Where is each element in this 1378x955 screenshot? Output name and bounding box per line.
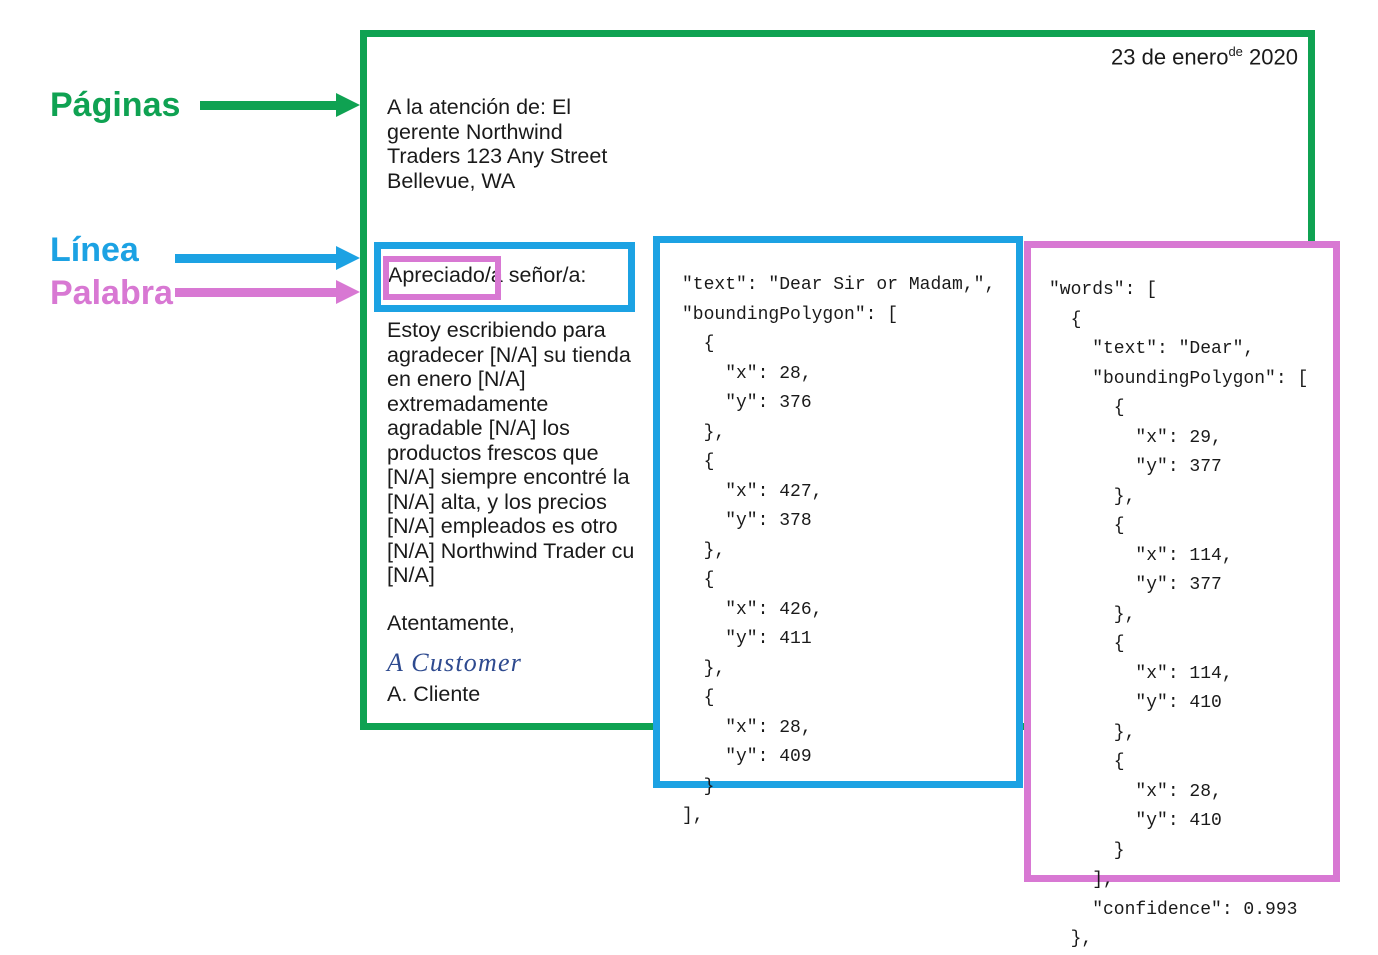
diagram-canvas: Páginas Línea Palabra 23 de enerode 2020… xyxy=(0,0,1378,949)
arrow-shaft xyxy=(200,101,340,110)
arrow-head-icon xyxy=(336,246,360,270)
document-closing: Atentamente, xyxy=(387,611,515,635)
json-word-code: "words": [ { "text": "Dear", "boundingPo… xyxy=(1049,280,1309,949)
document-address-block: A la atención de: El gerente Northwind T… xyxy=(387,95,608,193)
legend-label-palabra: Palabra xyxy=(50,274,173,312)
document-signature-handwritten: A Customer xyxy=(387,648,523,677)
legend-label-linea: Línea xyxy=(50,231,139,269)
document-date-year: 2020 xyxy=(1249,44,1298,70)
document-body-paragraph: Estoy escribiendo para agradecer [N/A] s… xyxy=(387,318,635,587)
json-panel-word: "words": [ { "text": "Dear", "boundingPo… xyxy=(1024,241,1340,949)
document-date-de: de xyxy=(1228,44,1243,59)
arrow-head-icon xyxy=(336,280,360,304)
word-highlight-box xyxy=(383,256,501,300)
arrow-shaft xyxy=(175,288,340,297)
document-signature-name: A. Cliente xyxy=(387,682,481,706)
document-date-day-month: 23 de enero xyxy=(1111,44,1229,70)
arrow-shaft xyxy=(175,254,340,263)
json-panel-line: "text": "Dear Sir or Madam,", "boundingP… xyxy=(653,236,1023,826)
document-date: 23 de enerode 2020 xyxy=(1111,44,1298,70)
legend-label-paginas: Páginas xyxy=(50,86,181,124)
arrow-head-icon xyxy=(336,93,360,117)
json-line-code: "text": "Dear Sir or Madam,", "boundingP… xyxy=(682,275,996,826)
